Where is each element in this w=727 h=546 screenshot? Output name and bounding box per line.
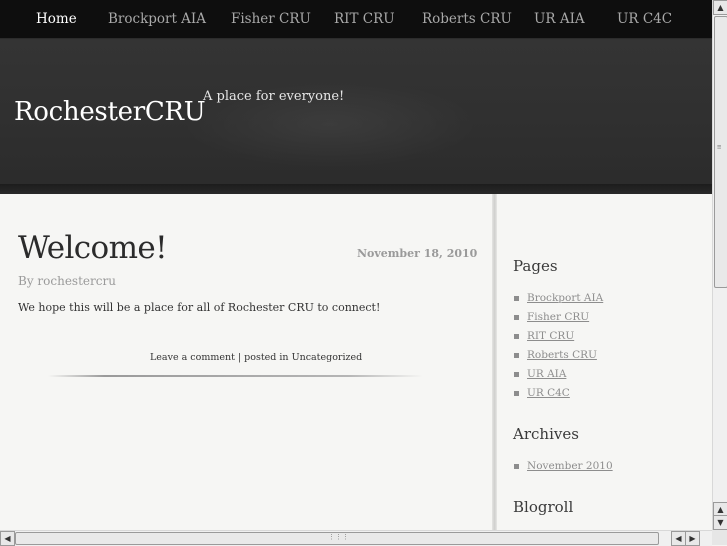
list-item: Brockport AIA (513, 289, 603, 308)
page-link-brockport-aia[interactable]: Brockport AIA (527, 292, 603, 304)
scroll-left-button-right[interactable]: ◀ (671, 531, 686, 546)
leave-comment-link[interactable]: Leave a comment (150, 352, 235, 363)
list-item: November 2010 (513, 457, 613, 476)
post-author: By rochestercru (18, 274, 116, 288)
archive-link-november-2010[interactable]: November 2010 (527, 460, 613, 472)
nav-item-rit-cru[interactable]: RIT CRU (334, 0, 395, 38)
page-link-roberts-cru[interactable]: Roberts CRU (527, 349, 597, 361)
horizontal-scroll-thumb[interactable]: ⋮⋮⋮ (15, 532, 659, 545)
list-item: Roberts CRU (513, 346, 603, 365)
grip-icon: ≡ (717, 143, 722, 151)
nav-item-home[interactable]: Home (36, 0, 77, 38)
page-link-ur-c4c[interactable]: UR C4C (527, 387, 570, 399)
vertical-scroll-thumb[interactable]: ≡ (714, 16, 727, 288)
widget-title-blogroll: Blogroll (513, 498, 574, 516)
category-link[interactable]: Uncategorized (292, 352, 363, 363)
post-body: We hope this will be a place for all of … (18, 301, 381, 314)
widget-title-pages: Pages (513, 257, 558, 275)
page-link-ur-aia[interactable]: UR AIA (527, 368, 566, 380)
site-tagline: A place for everyone! (203, 89, 345, 104)
post-meta: Leave a comment | posted in Uncategorize… (150, 352, 362, 363)
meta-separator: | (237, 352, 242, 363)
list-item: UR C4C (513, 384, 603, 403)
scroll-down-button[interactable]: ▼ (713, 515, 727, 530)
list-item: RIT CRU (513, 327, 603, 346)
nav-item-roberts-cru[interactable]: Roberts CRU (422, 0, 512, 38)
vertical-scrollbar[interactable]: ▲ ≡ ▲ ▼ (712, 0, 727, 530)
list-item: UR AIA (513, 365, 603, 384)
nav-item-ur-aia[interactable]: UR AIA (534, 0, 585, 38)
post-date: November 18, 2010 (357, 247, 478, 260)
list-item: Fisher CRU (513, 308, 603, 327)
horizontal-scrollbar[interactable]: ◀ ⋮⋮⋮ ◀ ▶ (0, 530, 712, 546)
site-header: RochesterCRU A place for everyone! (0, 39, 712, 194)
scroll-up-button[interactable]: ▲ (713, 0, 727, 15)
post-title[interactable]: Welcome! (18, 230, 168, 266)
site-title[interactable]: RochesterCRU (14, 97, 206, 127)
scrollbar-corner (712, 530, 727, 545)
nav-item-ur-c4c[interactable]: UR C4C (617, 0, 672, 38)
nav-item-brockport-aia[interactable]: Brockport AIA (108, 0, 206, 38)
nav-item-fisher-cru[interactable]: Fisher CRU (231, 0, 311, 38)
scroll-left-button[interactable]: ◀ (0, 531, 15, 546)
top-nav: Home Brockport AIA Fisher CRU RIT CRU Ro… (0, 0, 712, 39)
page-link-fisher-cru[interactable]: Fisher CRU (527, 311, 589, 323)
pages-list: Brockport AIA Fisher CRU RIT CRU Roberts… (513, 289, 603, 403)
archives-list: November 2010 (513, 457, 613, 476)
post-divider (48, 375, 423, 377)
widget-title-archives: Archives (513, 425, 579, 443)
posted-in-label: posted in (244, 352, 289, 363)
scroll-right-button[interactable]: ▶ (685, 531, 700, 546)
page-link-rit-cru[interactable]: RIT CRU (527, 330, 574, 342)
grip-icon: ⋮⋮⋮ (328, 533, 349, 541)
